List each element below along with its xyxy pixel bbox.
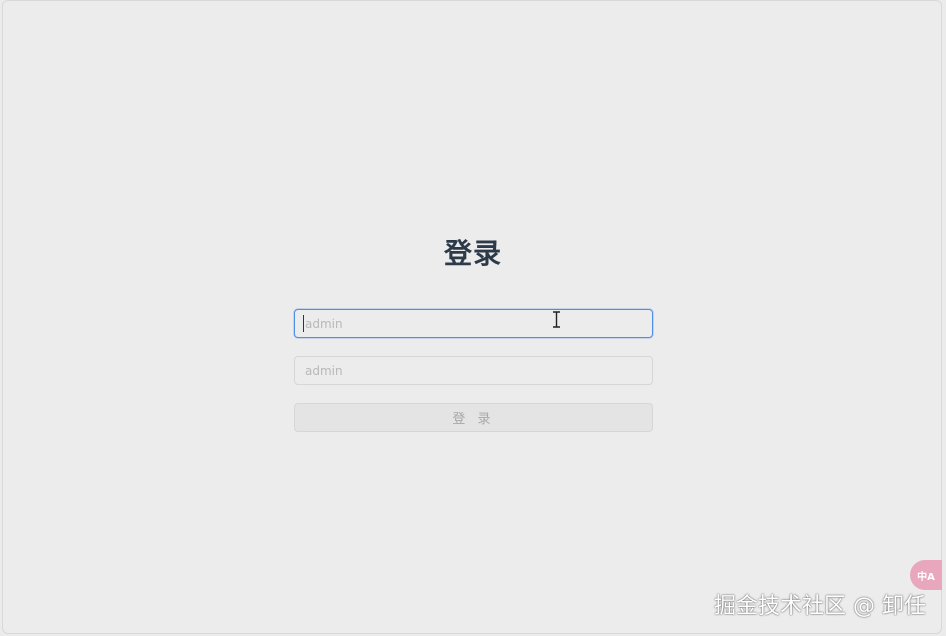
text-caret bbox=[303, 315, 304, 332]
watermark: 掘金技术社区 @ 卸任 bbox=[714, 594, 926, 619]
login-button[interactable]: 登 录 bbox=[294, 403, 653, 432]
username-input[interactable] bbox=[294, 309, 653, 338]
ibeam-cursor-icon bbox=[553, 311, 560, 328]
password-input[interactable] bbox=[294, 356, 653, 385]
page-title: 登录 bbox=[443, 237, 502, 270]
translate-icon[interactable]: 中A bbox=[910, 560, 942, 590]
